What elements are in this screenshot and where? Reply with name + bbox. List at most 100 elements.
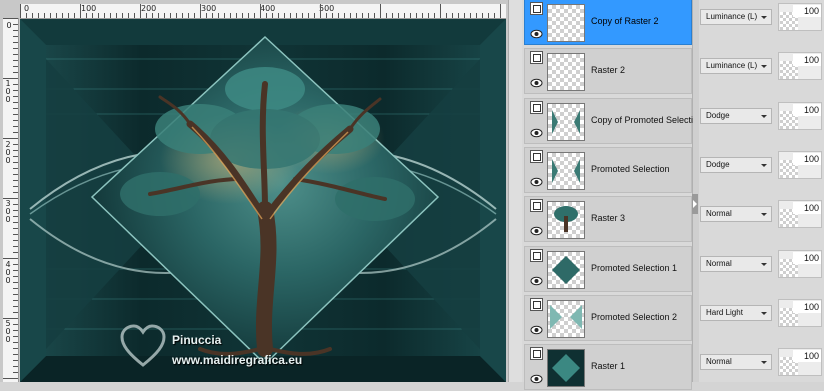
ruler-label: 300 [201, 4, 217, 13]
layer-name-cell[interactable]: Promoted Selection 1 [524, 246, 692, 292]
layer-thumbnail[interactable] [547, 103, 585, 141]
ruler-tick [488, 13, 489, 18]
opacity-control[interactable]: 100 [778, 3, 822, 31]
opacity-value[interactable]: 100 [793, 5, 821, 17]
opacity-value[interactable]: 100 [793, 104, 821, 116]
opacity-control[interactable]: 100 [778, 299, 822, 327]
image-canvas-area[interactable]: 0 100 200 300 400 500 0 1 0 0 2 0 0 3 0 … [0, 0, 508, 382]
layer-name-cell[interactable]: Copy of Raster 2 [524, 0, 692, 45]
opacity-value[interactable]: 100 [793, 301, 821, 313]
blend-mode-label: Normal [706, 357, 732, 366]
layer-thumbnail[interactable] [547, 201, 585, 239]
layer-group-toggle-icon[interactable] [530, 51, 543, 64]
ruler-tick [13, 240, 18, 241]
ruler-tick [476, 13, 477, 18]
layer-row[interactable]: Raster 1 Normal 100 [522, 343, 824, 391]
blend-mode-dropdown[interactable]: Dodge [700, 157, 772, 173]
layer-row[interactable]: Promoted Selection Dodge 100 [522, 146, 824, 194]
opacity-value[interactable]: 100 [793, 54, 821, 66]
layer-group-toggle-icon[interactable] [530, 249, 543, 262]
ruler-tick [13, 288, 18, 289]
layer-group-toggle-icon[interactable] [530, 150, 543, 163]
ruler-tick [13, 306, 18, 307]
ruler-tick [3, 378, 18, 379]
ruler-tick [26, 13, 27, 18]
chevron-down-icon [761, 361, 767, 364]
layer-row[interactable]: Promoted Selection 2 Hard Light 100 [522, 294, 824, 342]
layer-row[interactable]: Promoted Selection 1 Normal 100 [522, 245, 824, 293]
ruler-tick [20, 4, 21, 18]
ruler-tick [13, 84, 18, 85]
ruler-label: 5 0 0 [5, 319, 11, 344]
layer-row[interactable]: Raster 3 Normal 100 [522, 195, 824, 243]
ruler-tick [446, 13, 447, 18]
layer-group-toggle-icon[interactable] [530, 199, 543, 212]
opacity-value[interactable]: 100 [793, 153, 821, 165]
heart-icon [120, 324, 166, 367]
opacity-control[interactable]: 100 [778, 151, 822, 179]
blend-mode-dropdown[interactable]: Normal [700, 256, 772, 272]
eye-visibility-icon[interactable] [530, 28, 543, 40]
layer-thumbnail[interactable] [547, 4, 585, 42]
ruler-tick [416, 13, 417, 18]
layer-thumbnail[interactable] [547, 251, 585, 289]
chevron-down-icon [761, 65, 767, 68]
ruler-tick [314, 13, 315, 18]
watermark-url: www.maidiregrafica.eu [172, 353, 303, 367]
eye-visibility-icon[interactable] [530, 127, 543, 139]
layer-name-cell[interactable]: Promoted Selection [524, 147, 692, 193]
layer-name-cell[interactable]: Copy of Promoted Selection [524, 98, 693, 144]
layer-name-cell[interactable]: Raster 2 [524, 48, 692, 94]
layer-name-cell[interactable]: Raster 1 [524, 344, 692, 390]
layer-thumbnail[interactable] [547, 300, 585, 338]
opacity-control[interactable]: 100 [778, 348, 822, 376]
layer-row[interactable]: Copy of Raster 2 Luminance (L) 100 [522, 0, 824, 46]
layer-name-cell[interactable]: Raster 3 [524, 196, 692, 242]
eye-visibility-icon[interactable] [530, 176, 543, 188]
ruler-tick [224, 13, 225, 18]
layer-name-cell[interactable]: Promoted Selection 2 [524, 295, 692, 341]
ruler-tick [350, 13, 351, 18]
layer-row[interactable]: Raster 2 Luminance (L) 100 [522, 47, 824, 95]
blend-mode-dropdown[interactable]: Hard Light [700, 305, 772, 321]
blend-mode-dropdown[interactable]: Normal [700, 206, 772, 222]
blend-mode-dropdown[interactable]: Luminance (L) [700, 9, 772, 25]
opacity-value[interactable]: 100 [793, 350, 821, 362]
ruler-tick [13, 30, 18, 31]
blend-mode-dropdown[interactable]: Normal [700, 354, 772, 370]
ruler-tick [290, 13, 291, 18]
eye-visibility-icon[interactable] [530, 275, 543, 287]
ruler-tick [98, 13, 99, 18]
layer-group-toggle-icon[interactable] [530, 347, 543, 360]
ruler-label: 500 [319, 4, 335, 13]
eye-visibility-icon[interactable] [530, 324, 543, 336]
ruler-tick [254, 13, 255, 18]
layer-group-toggle-icon[interactable] [530, 298, 543, 311]
eye-visibility-icon[interactable] [530, 225, 543, 237]
artwork-image[interactable]: Pinuccia www.maidiregrafica.eu [20, 19, 506, 382]
opacity-control[interactable]: 100 [778, 250, 822, 278]
opacity-value[interactable]: 100 [793, 202, 821, 214]
blend-mode-dropdown[interactable]: Dodge [700, 108, 772, 124]
opacity-control[interactable]: 100 [778, 52, 822, 80]
opacity-control[interactable]: 100 [778, 200, 822, 228]
opacity-control[interactable]: 100 [778, 102, 822, 130]
ruler-tick [80, 4, 81, 18]
layer-group-toggle-icon[interactable] [530, 2, 543, 15]
horizontal-ruler: 0 100 200 300 400 500 [20, 4, 506, 19]
layer-group-toggle-icon[interactable] [530, 101, 543, 114]
ruler-tick [38, 13, 39, 18]
blend-mode-dropdown[interactable]: Luminance (L) [700, 58, 772, 74]
opacity-value[interactable]: 100 [793, 252, 821, 264]
ruler-tick [464, 13, 465, 18]
eye-visibility-icon[interactable] [530, 373, 543, 385]
eye-visibility-icon[interactable] [530, 77, 543, 89]
layer-thumbnail[interactable] [547, 152, 585, 190]
layer-thumbnail[interactable] [547, 349, 585, 387]
ruler-tick [362, 13, 363, 18]
layer-thumbnail[interactable] [547, 53, 585, 91]
ruler-tick [158, 13, 159, 18]
ruler-tick [13, 210, 18, 211]
ruler-label: 0 [6, 21, 12, 30]
layer-row[interactable]: Copy of Promoted Selection Dodge 100 [522, 97, 824, 145]
